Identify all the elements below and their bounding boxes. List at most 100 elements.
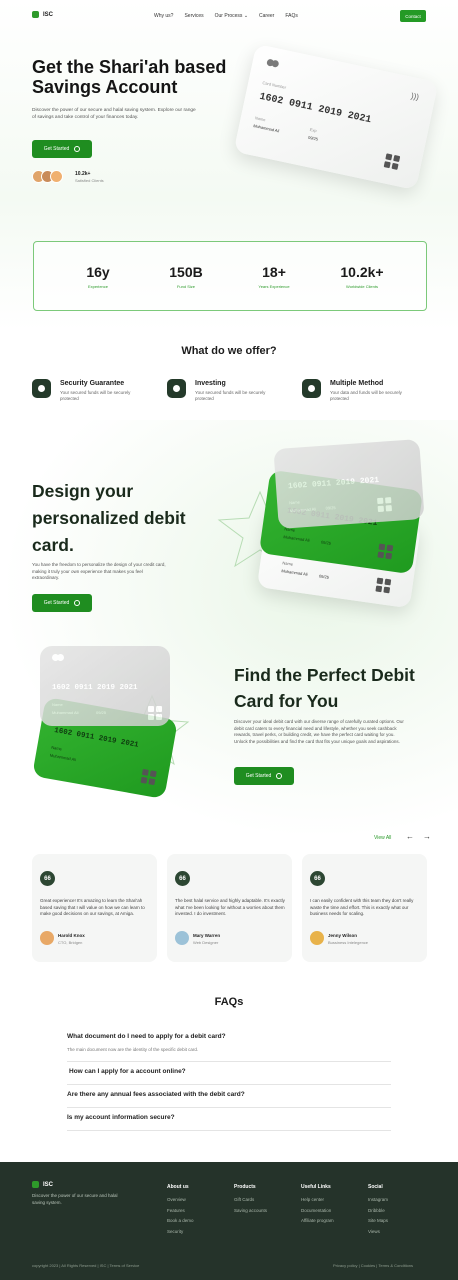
- contactless-icon: ))): [410, 91, 420, 102]
- feature-multiple-method: Multiple Method Your data and funds will…: [302, 379, 415, 402]
- quote-icon: 66: [310, 871, 325, 886]
- find-subtitle: Discover your ideal debit card with our …: [234, 719, 404, 744]
- arrow-circle-icon: [74, 146, 81, 152]
- nav-item-career[interactable]: Career: [259, 13, 274, 19]
- card-name: Muhammad Ali: [49, 752, 77, 763]
- footer-link[interactable]: Site Maps: [368, 1218, 388, 1223]
- card-number: 1602 0911 2019 2021: [258, 91, 373, 127]
- stat-value: 16y: [86, 264, 110, 280]
- footer-link[interactable]: Gift Cards: [234, 1197, 267, 1202]
- faq-question[interactable]: How can I apply for a account online?: [69, 1068, 393, 1075]
- feature-title: Investing: [195, 380, 226, 387]
- faq-question[interactable]: Are there any annual fees associated wit…: [67, 1091, 391, 1098]
- hero-get-started-button[interactable]: Get Started: [32, 140, 92, 158]
- design-subtitle: You have the freedom to personalize the …: [32, 562, 166, 580]
- feature-desc: Your secured funds will be securely prot…: [60, 390, 131, 401]
- feature-title: Multiple Method: [330, 380, 384, 387]
- stat-value: 18+: [262, 264, 286, 280]
- card-exp: 09/25: [325, 504, 336, 511]
- stat-label: Years Experience: [258, 284, 290, 289]
- testimonial-name: Harold Knox: [58, 933, 85, 938]
- footer-column-products: Products Gift Cards Saving accounts: [234, 1184, 267, 1218]
- faq-question[interactable]: What document do I need to apply for a d…: [67, 1033, 391, 1040]
- arrow-circle-icon: [276, 773, 283, 779]
- contact-button[interactable]: Contact: [400, 10, 426, 22]
- nav-item-services[interactable]: Services: [184, 13, 203, 19]
- footer-link[interactable]: Saving accounts: [234, 1208, 267, 1213]
- stack-card-grey: 1602 0911 2019 2021 Name Muhammad Ali 09…: [273, 439, 425, 529]
- design-get-started-button[interactable]: Get Started: [32, 594, 92, 612]
- divider: [67, 1061, 391, 1062]
- faq-question[interactable]: Is my account information secure?: [67, 1114, 391, 1121]
- footer-link[interactable]: Help center: [301, 1197, 334, 1202]
- footer-column-title: Social: [368, 1184, 383, 1190]
- stat-item: 16y Experience: [58, 264, 138, 289]
- faq-answer: The main document now are the identity o…: [67, 1047, 199, 1052]
- footer-link[interactable]: Features: [167, 1208, 194, 1213]
- nav-item-faqs[interactable]: FAQs: [285, 13, 298, 19]
- nav-item-label: Our Process: [214, 13, 243, 19]
- card-name-label: Name: [50, 744, 63, 752]
- footer-legal-links[interactable]: Privacy policy | Cookies | Terms & Condi…: [333, 1263, 413, 1268]
- testimonial-card: 66 The best halal service and highly ada…: [167, 854, 292, 962]
- testimonial-role: Bussiness Intelegence: [328, 940, 369, 945]
- stats-panel: 16y Experience 150B Fund Size 18+ Years …: [33, 241, 427, 311]
- testimonial-name: Mary Warren: [193, 933, 221, 938]
- nav-item-why-us[interactable]: Why us?: [154, 13, 173, 19]
- footer-column-useful-links: Useful Links Help center Documentation A…: [301, 1184, 334, 1229]
- footer-link[interactable]: Affiliate program: [301, 1218, 334, 1223]
- card-name: Muhammad Ali: [252, 123, 280, 134]
- testimonial-card: 66 I can easily confident with this team…: [302, 854, 427, 962]
- footer-link[interactable]: Security: [167, 1229, 194, 1234]
- client-avatars: [32, 170, 63, 183]
- find-card-grey: 1602 0911 2019 2021 Name Muhammad Ali 09…: [40, 646, 170, 726]
- view-all-link[interactable]: View All: [374, 835, 391, 841]
- card-chip-icon: [383, 153, 401, 170]
- card-exp: 09/25: [307, 134, 319, 142]
- logo[interactable]: ISC: [32, 11, 53, 18]
- feature-desc: Your data and funds will be securely pro…: [330, 390, 402, 401]
- card-name-label: Name: [52, 702, 63, 707]
- footer-column-title: About us: [167, 1184, 189, 1190]
- testimonial-role: Web Designer: [193, 940, 219, 945]
- card-name: Muhammad Ali: [289, 506, 317, 514]
- avatar: [50, 170, 63, 183]
- avatar: [310, 931, 324, 945]
- mastercard-icon: [266, 58, 280, 68]
- bar-chart-icon: [302, 379, 321, 398]
- footer-link[interactable]: Dribbble: [368, 1208, 388, 1213]
- arrow-right-icon[interactable]: →: [423, 832, 431, 841]
- carousel-arrows: ← →: [406, 832, 431, 841]
- footer-link[interactable]: Instagram: [368, 1197, 388, 1202]
- logo-text: ISC: [43, 11, 54, 18]
- mastercard-icon: [52, 654, 64, 661]
- testimonial-quote: The best halal service and highly adapta…: [175, 898, 285, 916]
- card-exp-label: Exp: [309, 126, 318, 134]
- footer-column-social: Social Instagram Dribbble Site Maps View…: [368, 1184, 388, 1239]
- arrow-left-icon[interactable]: ←: [406, 832, 414, 841]
- stat-item: 18+ Years Experience: [234, 264, 314, 289]
- nav-item-our-process[interactable]: Our Process ⌄: [215, 13, 248, 19]
- card-name: Muhammad Ali: [52, 710, 79, 715]
- stat-value: 150B: [169, 264, 203, 280]
- quote-icon: 66: [175, 871, 190, 886]
- card-exp: 09/25: [96, 710, 107, 715]
- hero-subtitle: Discover the power of our secure and hal…: [32, 108, 196, 120]
- footer-logo[interactable]: ISC: [32, 1181, 53, 1188]
- avatar: [40, 931, 54, 945]
- logo-text: ISC: [43, 1181, 54, 1188]
- stat-value: 10.2k+: [340, 264, 384, 280]
- footer-link[interactable]: Overview: [167, 1197, 194, 1202]
- card-chip-icon: [375, 577, 392, 594]
- avatar: [175, 931, 189, 945]
- find-get-started-button[interactable]: Get Started: [234, 767, 294, 785]
- feature-investing: Investing Your secured funds will be sec…: [167, 379, 280, 402]
- find-title: Find the Perfect Debit Card for You: [234, 665, 415, 711]
- hero-title: Get the Shari'ah based Savings Account: [32, 57, 227, 97]
- chevron-down-icon: ⌄: [243, 13, 249, 19]
- card-chip-icon: [148, 706, 162, 720]
- footer-link[interactable]: Book a demo: [167, 1218, 194, 1223]
- footer-link[interactable]: Documentation: [301, 1208, 334, 1213]
- footer-link[interactable]: Views: [368, 1229, 388, 1234]
- button-label: Get Started: [245, 773, 272, 779]
